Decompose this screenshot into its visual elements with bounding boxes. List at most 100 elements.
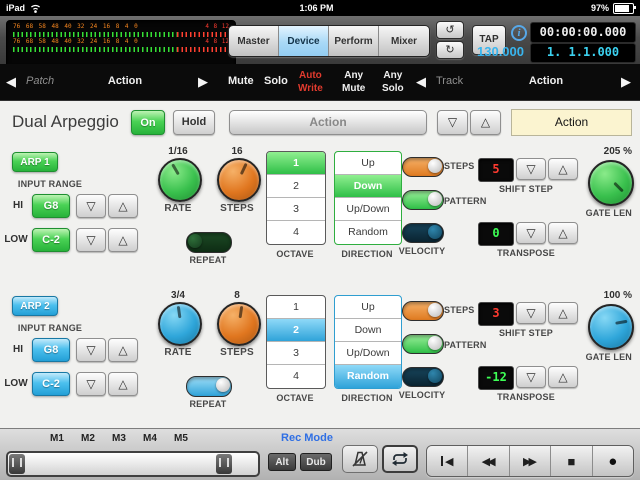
action-dropdown[interactable]: Action <box>229 110 427 135</box>
mute-button[interactable]: Mute <box>228 75 254 87</box>
pattern-toggle-label: PATTERN <box>444 196 492 206</box>
transpose-decrement-button[interactable]: ▽ <box>516 222 546 244</box>
direction-option-up[interactable]: Up <box>335 296 401 319</box>
transpose-increment-button[interactable]: △ <box>548 222 578 244</box>
solo-button[interactable]: Solo <box>264 75 288 87</box>
arp1-select-button[interactable]: ARP 1 <box>12 152 58 172</box>
low-note-button[interactable]: C-2 <box>32 228 70 252</box>
gate-length-knob[interactable] <box>588 160 634 206</box>
scrubber-left-handle[interactable] <box>9 454 25 474</box>
shift-step-increment-button[interactable]: △ <box>548 158 578 180</box>
fast-forward-button[interactable]: ▶▶ <box>510 446 551 476</box>
rec-alt-button[interactable]: Alt <box>268 453 296 471</box>
arp2-section: ARP 2 INPUT RANGE HI G8 ▽ △ LOW C-2 ▽ △ … <box>0 290 640 422</box>
rec-dub-button[interactable]: Dub <box>300 453 332 471</box>
pattern-toggle[interactable] <box>402 190 444 210</box>
low-increment-button[interactable]: △ <box>108 228 138 252</box>
song-scrubber[interactable] <box>6 451 260 477</box>
octave-label: OCTAVE <box>262 249 328 259</box>
octave-option-1[interactable]: 1 <box>267 152 325 175</box>
steps-toggle[interactable] <box>402 157 444 177</box>
track-prev-button[interactable]: ◀ <box>416 74 426 90</box>
skip-to-start-button[interactable]: ◀ <box>427 446 468 476</box>
patch-prev-button[interactable]: ◀ <box>6 74 16 90</box>
hi-increment-button[interactable]: △ <box>108 194 138 218</box>
low-increment-button[interactable]: △ <box>108 372 138 396</box>
tab-master[interactable]: Master <box>229 26 279 56</box>
action-increment-button[interactable]: △ <box>470 110 501 135</box>
tab-perform[interactable]: Perform <box>329 26 379 56</box>
record-button[interactable]: ● <box>593 446 633 476</box>
direction-option-up[interactable]: Up <box>335 152 401 175</box>
direction-option-random[interactable]: Random <box>335 221 401 244</box>
low-note-button[interactable]: C-2 <box>32 372 70 396</box>
patch-next-button[interactable]: ▶ <box>198 74 208 90</box>
rate-knob[interactable] <box>158 302 202 346</box>
redo-button[interactable]: ↻ <box>436 41 464 59</box>
low-decrement-button[interactable]: ▽ <box>76 372 106 396</box>
arpeggio-on-button[interactable]: On <box>131 110 165 135</box>
patch-action-menu[interactable]: Action <box>60 75 190 87</box>
any-solo-button[interactable]: Any Solo <box>382 69 404 95</box>
scrubber-right-handle[interactable] <box>216 454 232 474</box>
velocity-toggle[interactable] <box>402 367 444 387</box>
rewind-button[interactable]: ◀◀ <box>468 446 509 476</box>
octave-option-1[interactable]: 1 <box>267 296 325 319</box>
hold-button[interactable]: Hold <box>173 110 215 135</box>
any-mute-button[interactable]: Any Mute <box>342 69 365 95</box>
marker-m4-button[interactable]: M4 <box>137 433 163 444</box>
direction-option-updown[interactable]: Up/Down <box>335 342 401 365</box>
octave-option-3[interactable]: 3 <box>267 198 325 221</box>
direction-option-random[interactable]: Random <box>335 365 401 388</box>
direction-option-updown[interactable]: Up/Down <box>335 198 401 221</box>
low-decrement-button[interactable]: ▽ <box>76 228 106 252</box>
repeat-toggle[interactable] <box>186 376 232 397</box>
marker-m1-button[interactable]: M1 <box>44 433 70 444</box>
transpose-increment-button[interactable]: △ <box>548 366 578 388</box>
shift-step-decrement-button[interactable]: ▽ <box>516 158 546 180</box>
velocity-toggle[interactable] <box>402 223 444 243</box>
pattern-toggle[interactable] <box>402 334 444 354</box>
repeat-label: REPEAT <box>182 255 234 265</box>
steps-toggle[interactable] <box>402 301 444 321</box>
hi-decrement-button[interactable]: ▽ <box>76 194 106 218</box>
action-decrement-button[interactable]: ▽ <box>437 110 468 135</box>
steps-knob[interactable] <box>217 302 261 346</box>
gate-length-knob[interactable] <box>588 304 634 350</box>
hi-increment-button[interactable]: △ <box>108 338 138 362</box>
tab-mixer[interactable]: Mixer <box>379 26 429 56</box>
octave-option-2[interactable]: 2 <box>267 319 325 342</box>
action-supercontrol-button[interactable]: Action <box>511 109 632 136</box>
steps-knob[interactable] <box>217 158 261 202</box>
hi-note-button[interactable]: G8 <box>32 338 70 362</box>
up-triangle-icon: △ <box>558 162 567 176</box>
hi-note-button[interactable]: G8 <box>32 194 70 218</box>
octave-option-3[interactable]: 3 <box>267 342 325 365</box>
loop-button[interactable] <box>382 445 418 473</box>
undo-button[interactable]: ↺ <box>436 21 464 39</box>
up-triangle-icon: △ <box>118 343 127 357</box>
marker-m3-button[interactable]: M3 <box>106 433 132 444</box>
transpose-decrement-button[interactable]: ▽ <box>516 366 546 388</box>
arp2-select-button[interactable]: ARP 2 <box>12 296 58 316</box>
octave-option-4[interactable]: 4 <box>267 365 325 388</box>
metronome-mute-button[interactable] <box>342 445 378 473</box>
octave-option-4[interactable]: 4 <box>267 221 325 244</box>
octave-option-2[interactable]: 2 <box>267 175 325 198</box>
direction-option-down[interactable]: Down <box>335 319 401 342</box>
rate-knob[interactable] <box>158 158 202 202</box>
marker-m2-button[interactable]: M2 <box>75 433 101 444</box>
info-button[interactable]: i <box>511 25 527 41</box>
shift-step-increment-button[interactable]: △ <box>548 302 578 324</box>
shift-step-decrement-button[interactable]: ▽ <box>516 302 546 324</box>
auto-write-button[interactable]: Auto Write <box>298 69 323 95</box>
hi-decrement-button[interactable]: ▽ <box>76 338 106 362</box>
meter-ticks-bottom <box>13 47 229 52</box>
repeat-toggle[interactable] <box>186 232 232 253</box>
track-next-button[interactable]: ▶ <box>621 74 631 90</box>
marker-m5-button[interactable]: M5 <box>168 433 194 444</box>
tab-device[interactable]: Device <box>279 26 329 56</box>
direction-option-down[interactable]: Down <box>335 175 401 198</box>
track-action-menu[interactable]: Action <box>476 75 616 87</box>
stop-button[interactable]: ■ <box>551 446 592 476</box>
